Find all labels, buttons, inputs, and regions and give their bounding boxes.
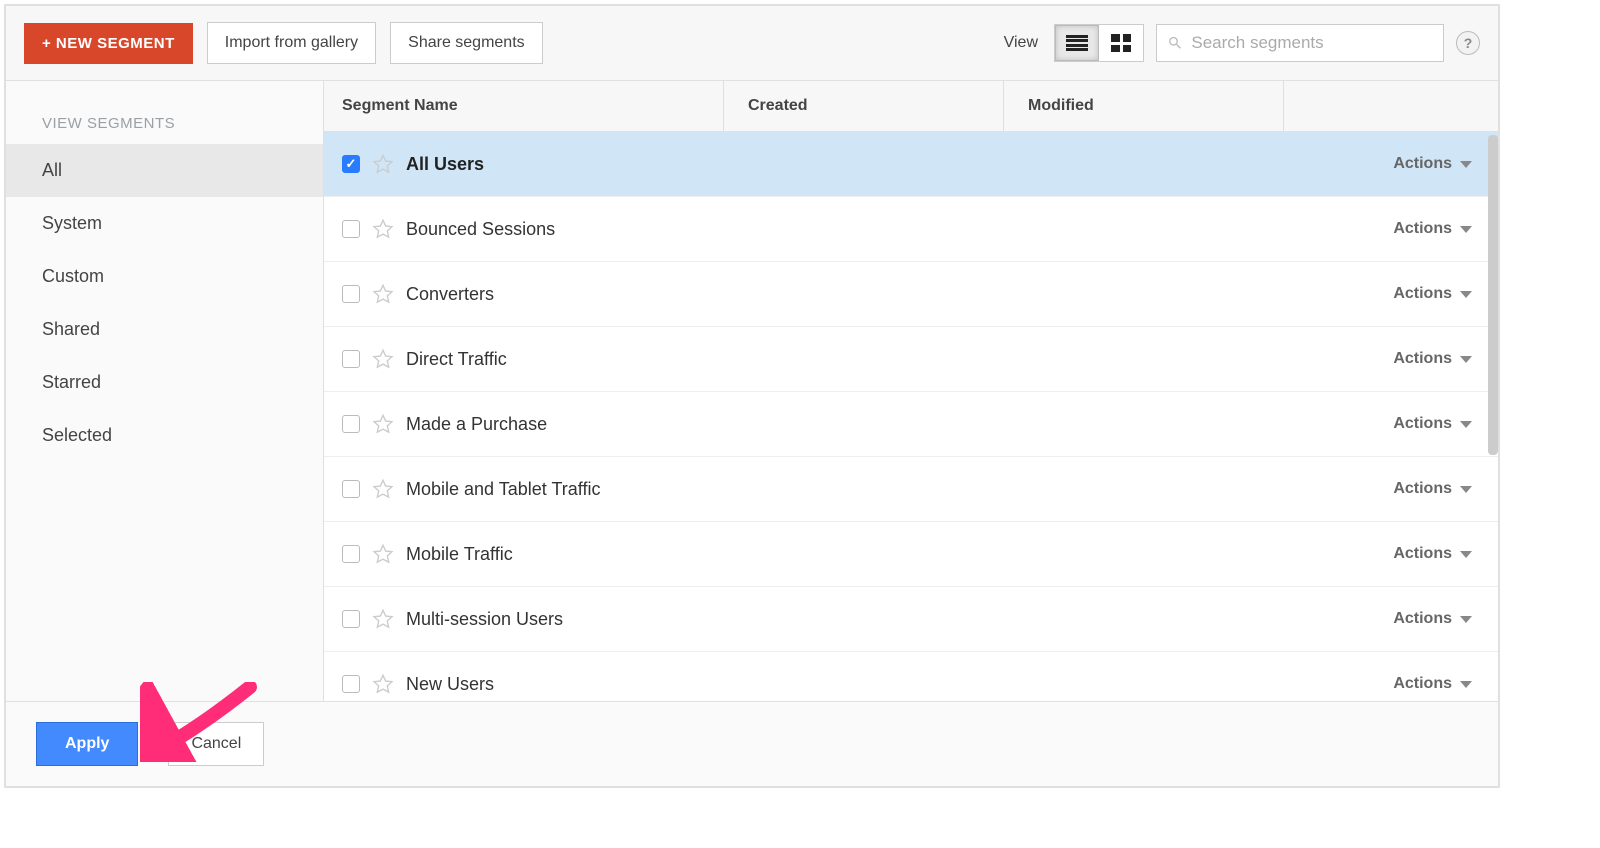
table-row[interactable]: Direct Traffic Actions <box>324 327 1498 392</box>
chevron-down-icon <box>1460 681 1472 688</box>
row-actions-menu[interactable]: Actions <box>1393 220 1498 238</box>
vertical-scrollbar[interactable] <box>1488 135 1498 455</box>
list-icon <box>1066 35 1088 51</box>
chevron-down-icon <box>1460 421 1472 428</box>
star-icon[interactable] <box>372 478 394 500</box>
view-toggle <box>1054 24 1144 62</box>
row-actions-menu[interactable]: Actions <box>1393 675 1498 693</box>
search-input[interactable] <box>1191 33 1433 53</box>
segment-name: Multi-session Users <box>406 609 563 630</box>
table-row[interactable]: Bounced Sessions Actions <box>324 197 1498 262</box>
segment-name: Converters <box>406 284 494 305</box>
search-field[interactable] <box>1156 24 1444 62</box>
view-list-button[interactable] <box>1055 25 1099 61</box>
footer: Apply Cancel <box>6 701 1498 786</box>
sidebar-item-starred[interactable]: Starred <box>6 356 323 409</box>
grid-icon <box>1111 34 1131 52</box>
row-actions-menu[interactable]: Actions <box>1393 480 1498 498</box>
star-icon[interactable] <box>372 348 394 370</box>
star-icon[interactable] <box>372 218 394 240</box>
import-gallery-button[interactable]: Import from gallery <box>207 22 376 64</box>
actions-label: Actions <box>1393 610 1452 628</box>
apply-button[interactable]: Apply <box>36 722 138 766</box>
actions-label: Actions <box>1393 155 1452 173</box>
segment-name: Mobile Traffic <box>406 544 513 565</box>
actions-label: Actions <box>1393 350 1452 368</box>
row-checkbox[interactable] <box>342 220 360 238</box>
row-actions-menu[interactable]: Actions <box>1393 415 1498 433</box>
chevron-down-icon <box>1460 356 1472 363</box>
segments-table: Segment Name Created Modified All UsersA… <box>324 81 1498 701</box>
table-row[interactable]: Multi-session Users Actions <box>324 587 1498 652</box>
col-modified[interactable]: Modified <box>1004 81 1284 131</box>
chevron-down-icon <box>1460 291 1472 298</box>
view-grid-button[interactable] <box>1099 25 1143 61</box>
row-checkbox[interactable] <box>342 155 360 173</box>
star-icon[interactable] <box>372 413 394 435</box>
chevron-down-icon <box>1460 551 1472 558</box>
table-header: Segment Name Created Modified <box>324 81 1498 132</box>
row-checkbox[interactable] <box>342 350 360 368</box>
share-segments-button[interactable]: Share segments <box>390 22 543 64</box>
row-actions-menu[interactable]: Actions <box>1393 610 1498 628</box>
row-actions-menu[interactable]: Actions <box>1393 155 1498 173</box>
row-actions-menu[interactable]: Actions <box>1393 545 1498 563</box>
chevron-down-icon <box>1460 226 1472 233</box>
row-actions-menu[interactable]: Actions <box>1393 285 1498 303</box>
star-icon[interactable] <box>372 673 394 695</box>
segment-name: Made a Purchase <box>406 414 547 435</box>
segment-name: Direct Traffic <box>406 349 507 370</box>
sidebar-heading: VIEW SEGMENTS <box>6 115 323 144</box>
row-actions-menu[interactable]: Actions <box>1393 350 1498 368</box>
sidebar-item-shared[interactable]: Shared <box>6 303 323 356</box>
sidebar-item-selected[interactable]: Selected <box>6 409 323 462</box>
help-button[interactable]: ? <box>1456 31 1480 55</box>
sidebar-item-system[interactable]: System <box>6 197 323 250</box>
segment-name: Bounced Sessions <box>406 219 555 240</box>
segment-name: Mobile and Tablet Traffic <box>406 479 600 500</box>
actions-label: Actions <box>1393 285 1452 303</box>
chevron-down-icon <box>1460 616 1472 623</box>
row-checkbox[interactable] <box>342 480 360 498</box>
actions-label: Actions <box>1393 675 1452 693</box>
table-row[interactable]: New Users Actions <box>324 652 1498 701</box>
cancel-button[interactable]: Cancel <box>168 722 264 766</box>
star-icon[interactable] <box>372 153 394 175</box>
row-checkbox[interactable] <box>342 675 360 693</box>
table-row[interactable]: Made a Purchase Actions <box>324 392 1498 457</box>
table-row[interactable]: All Users Actions <box>324 132 1498 197</box>
table-row[interactable]: Mobile Traffic Actions <box>324 522 1498 587</box>
row-checkbox[interactable] <box>342 285 360 303</box>
view-label: View <box>1004 34 1038 52</box>
segment-toolbar: + NEW SEGMENT Import from gallery Share … <box>6 6 1498 81</box>
sidebar-item-all[interactable]: All <box>6 144 323 197</box>
chevron-down-icon <box>1460 161 1472 168</box>
row-checkbox[interactable] <box>342 545 360 563</box>
sidebar: VIEW SEGMENTS AllSystemCustomSharedStarr… <box>6 81 324 701</box>
row-checkbox[interactable] <box>342 415 360 433</box>
segment-name: New Users <box>406 674 494 695</box>
row-checkbox[interactable] <box>342 610 360 628</box>
actions-label: Actions <box>1393 545 1452 563</box>
col-created[interactable]: Created <box>724 81 1004 131</box>
table-row[interactable]: Converters Actions <box>324 262 1498 327</box>
star-icon[interactable] <box>372 608 394 630</box>
new-segment-button[interactable]: + NEW SEGMENT <box>24 23 193 64</box>
star-icon[interactable] <box>372 283 394 305</box>
col-segment-name[interactable]: Segment Name <box>324 81 724 131</box>
actions-label: Actions <box>1393 415 1452 433</box>
col-actions <box>1284 81 1498 131</box>
segment-name: All Users <box>406 154 484 175</box>
chevron-down-icon <box>1460 486 1472 493</box>
actions-label: Actions <box>1393 480 1452 498</box>
actions-label: Actions <box>1393 220 1452 238</box>
table-row[interactable]: Mobile and Tablet Traffic Actions <box>324 457 1498 522</box>
search-icon <box>1167 34 1183 52</box>
sidebar-item-custom[interactable]: Custom <box>6 250 323 303</box>
star-icon[interactable] <box>372 543 394 565</box>
